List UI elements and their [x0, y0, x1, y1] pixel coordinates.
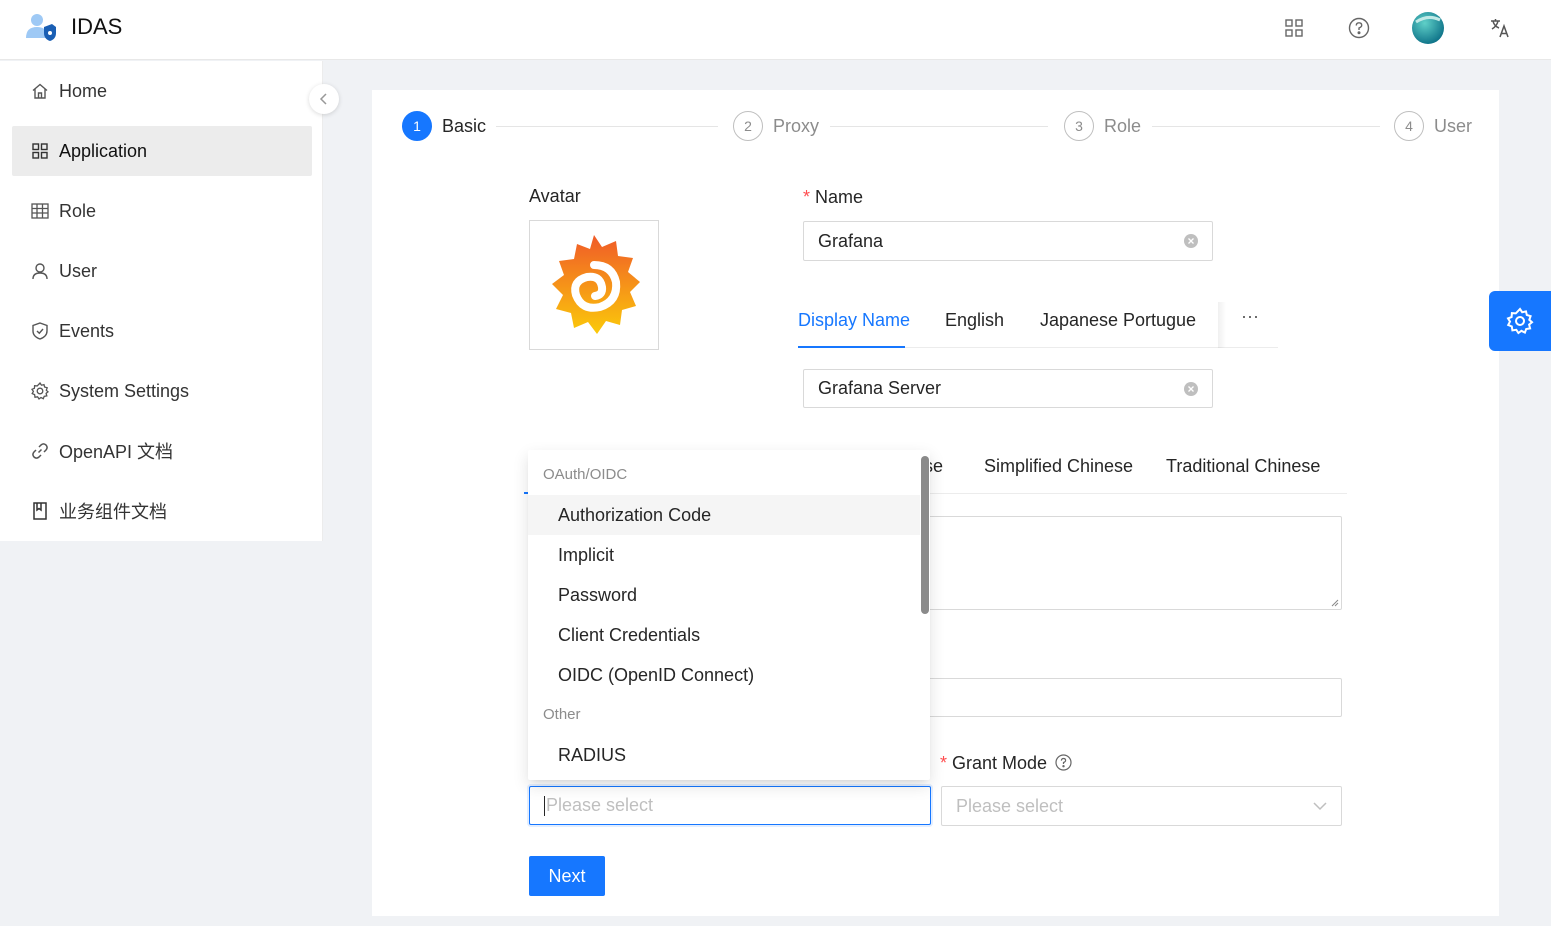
step-basic: 1 Basic [402, 111, 486, 141]
sidebar-item-label: User [59, 260, 98, 281]
tab-traditional-chinese[interactable]: Traditional Chinese [1166, 456, 1320, 477]
sidebar-item-events[interactable]: Events [12, 306, 312, 356]
step-connector [830, 126, 1048, 127]
gear-icon [1506, 307, 1534, 335]
grant-mode-label: * Grant Mode [940, 753, 1072, 776]
sidebar: Home Application Role User Events System… [0, 61, 323, 541]
sidebar-item-user[interactable]: User [12, 246, 312, 296]
text-cursor [544, 795, 545, 816]
sidebar-item-label: 业务组件文档 [59, 502, 167, 522]
display-name-input[interactable]: Grafana Server [803, 369, 1213, 408]
book-icon [30, 501, 50, 521]
step-label: Role [1104, 115, 1142, 136]
sidebar-item-system-settings[interactable]: System Settings [12, 366, 312, 416]
chevron-down-icon [1313, 802, 1327, 811]
step-number: 1 [402, 111, 432, 141]
step-label: User [1434, 115, 1473, 136]
option-radius[interactable]: RADIUS [528, 735, 920, 775]
option-implicit[interactable]: Implicit [528, 535, 920, 575]
step-proxy: 2 Proxy [733, 111, 819, 141]
step-label: Basic [442, 115, 487, 136]
option-authorization-code[interactable]: Authorization Code [528, 495, 920, 535]
avatar-upload[interactable] [529, 220, 659, 350]
display-name-tabs: Display Name English Japanese Portugue ·… [798, 302, 1278, 348]
dropdown-group-other: Other [543, 706, 581, 723]
step-connector [496, 126, 718, 127]
grant-type-dropdown: OAuth/OIDC Authorization Code Implicit P… [528, 450, 930, 780]
step-number: 3 [1064, 111, 1094, 141]
top-header: IDAS [0, 0, 1551, 60]
option-password[interactable]: Password [528, 575, 920, 615]
sidebar-item-label: System Settings [59, 380, 190, 401]
translate-icon[interactable] [1485, 13, 1515, 43]
tab-ink-bar [798, 346, 905, 348]
next-button[interactable]: Next [529, 856, 605, 896]
settings-float-button[interactable] [1489, 291, 1551, 351]
tab-simplified-chinese[interactable]: Simplified Chinese [984, 456, 1133, 477]
tab-portuguese[interactable]: Portugue [1123, 310, 1221, 331]
home-icon [30, 81, 50, 101]
shield-icon [30, 321, 50, 341]
sidebar-item-label: Events [59, 320, 115, 341]
dropdown-scrollbar[interactable] [921, 456, 929, 614]
sidebar-item-component-docs[interactable]: 业务组件文档 [12, 486, 312, 536]
step-role: 3 Role [1064, 111, 1141, 141]
step-number: 4 [1394, 111, 1424, 141]
app-title: IDAS [71, 14, 123, 39]
user-icon [30, 261, 50, 281]
collapse-sidebar-button[interactable] [309, 84, 339, 114]
grid-icon [30, 141, 50, 161]
link-icon [30, 441, 50, 461]
tab-japanese[interactable]: Japanese [1040, 310, 1118, 331]
resize-handle-icon[interactable] [1331, 599, 1339, 607]
apps-grid-icon[interactable] [1279, 13, 1309, 43]
sidebar-item-label: OpenAPI 文档 [59, 442, 174, 462]
clear-icon[interactable] [1184, 234, 1198, 248]
table-icon [30, 201, 50, 221]
tab-display-name[interactable]: Display Name [798, 310, 910, 331]
sidebar-item-openapi[interactable]: OpenAPI 文档 [12, 426, 312, 476]
help-icon[interactable] [1055, 754, 1072, 776]
option-oidc[interactable]: OIDC (OpenID Connect) [528, 655, 920, 695]
step-label: Proxy [773, 115, 820, 136]
idas-logo [24, 12, 58, 42]
grant-type-select[interactable]: Please select [529, 786, 931, 825]
avatar-label: Avatar [529, 186, 581, 206]
sidebar-item-label: Role [59, 200, 97, 221]
grafana-logo [552, 235, 640, 334]
option-client-credentials[interactable]: Client Credentials [528, 615, 920, 655]
sidebar-item-home[interactable]: Home [12, 66, 312, 116]
gear-icon [30, 381, 50, 401]
name-input[interactable]: Grafana [803, 221, 1213, 261]
sidebar-item-role[interactable]: Role [12, 186, 312, 236]
dropdown-group-oauth: OAuth/OIDC [543, 466, 628, 483]
sidebar-item-label: Application [59, 140, 148, 161]
grant-mode-select[interactable]: Please select [941, 786, 1342, 826]
step-number: 2 [733, 111, 763, 141]
tab-overflow-shadow [1218, 302, 1226, 348]
help-icon[interactable] [1344, 13, 1374, 43]
sidebar-item-label: Home [59, 80, 108, 101]
sidebar-item-application[interactable]: Application [12, 126, 312, 176]
tabs-more-button[interactable]: ··· [1241, 306, 1259, 327]
step-connector [1152, 126, 1380, 127]
clear-icon[interactable] [1184, 382, 1198, 396]
name-label: * Name [803, 187, 864, 207]
tab-english[interactable]: English [945, 310, 1004, 331]
step-user: 4 User [1394, 111, 1472, 141]
avatar[interactable] [1412, 12, 1444, 44]
